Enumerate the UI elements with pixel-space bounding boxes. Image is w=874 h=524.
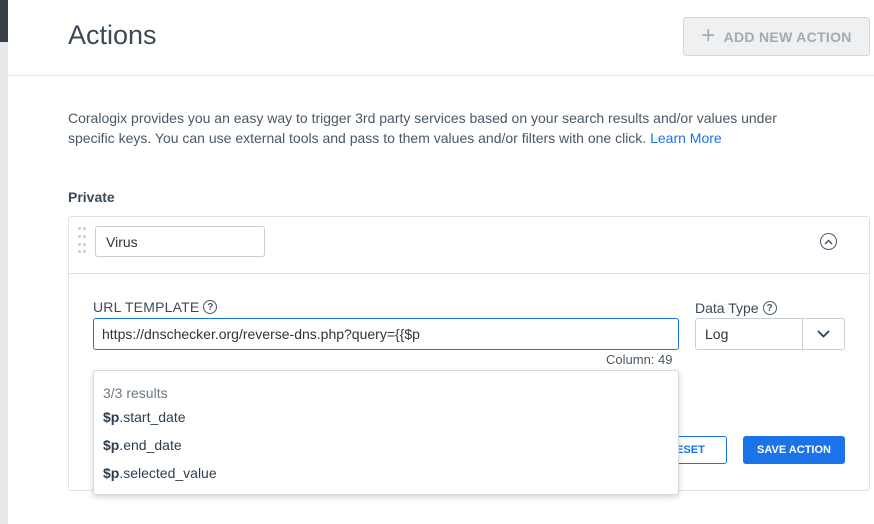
question-circle-icon[interactable]: ? [762,301,777,315]
autocomplete-item[interactable]: $p.start_date [103,409,186,425]
autocomplete-item-prefix: $p [103,437,120,453]
data-type-label: Data Type ? [695,300,777,316]
left-nav-strip [0,0,8,524]
drag-handle-icon[interactable] [78,227,86,255]
url-template-input[interactable] [93,318,679,350]
left-nav-dark-block [0,0,8,42]
add-new-action-label: ADD NEW ACTION [723,28,852,45]
section-label-private: Private [68,189,115,205]
question-circle-icon[interactable]: ? [203,300,218,314]
add-new-action-button[interactable]: + ADD NEW ACTION [683,17,870,56]
page-header: Actions + ADD NEW ACTION [8,0,874,76]
autocomplete-item[interactable]: $p.end_date [103,437,182,453]
data-type-label-text: Data Type [695,300,759,316]
url-template-label-text: URL TEMPLATE [93,299,200,315]
action-card-header [69,217,869,274]
autocomplete-item-suffix: .start_date [119,409,186,425]
autocomplete-dropdown: 3/3 results $p.start_date $p.end_date $p… [93,370,679,495]
autocomplete-item-suffix: .selected_value [119,465,217,481]
learn-more-link[interactable]: Learn More [650,130,722,146]
autocomplete-item-prefix: $p [103,465,120,481]
plus-icon: + [701,21,716,49]
chevron-up-circle-icon[interactable] [820,233,837,250]
action-name-input[interactable] [95,226,265,257]
data-type-value: Log [705,326,729,342]
description: Coralogix provides you an easy way to tr… [68,108,788,148]
chevron-down-icon[interactable] [802,319,844,349]
autocomplete-item[interactable]: $p.selected_value [103,465,217,481]
data-type-select[interactable]: Log [695,318,845,350]
column-indicator: Column: 49 [606,352,673,367]
autocomplete-count: 3/3 results [103,385,168,401]
autocomplete-item-suffix: .end_date [119,437,182,453]
url-template-label: URL TEMPLATE ? [93,299,218,315]
save-action-button[interactable]: SAVE ACTION [743,436,845,464]
autocomplete-item-prefix: $p [103,409,120,425]
page-title: Actions [68,20,157,50]
